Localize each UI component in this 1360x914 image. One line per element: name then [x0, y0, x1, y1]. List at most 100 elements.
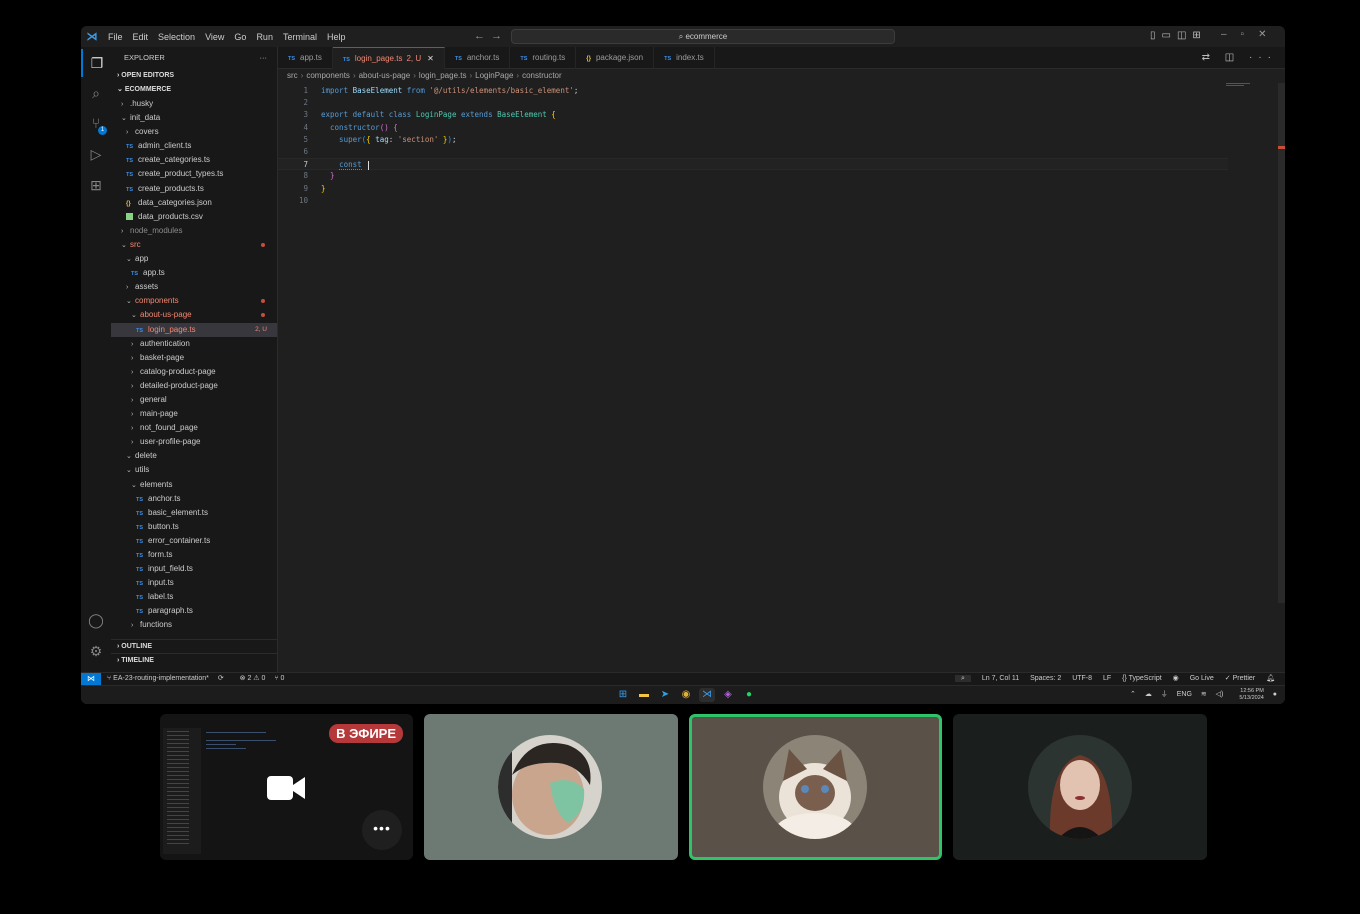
telegram-icon[interactable]: ➤: [657, 688, 673, 702]
tree-folder[interactable]: ⌄ utils: [111, 463, 277, 477]
menu-view[interactable]: View: [200, 32, 229, 42]
menu-edit[interactable]: Edit: [128, 32, 154, 42]
tree-file[interactable]: TS admin_client.ts: [111, 139, 277, 153]
ports-status[interactable]: ⑂ 0: [274, 675, 284, 682]
tree-file[interactable]: TS paragraph.ts: [111, 604, 277, 618]
menu-go[interactable]: Go: [229, 32, 251, 42]
menu-selection[interactable]: Selection: [153, 32, 200, 42]
editor-tab[interactable]: {} package.json: [576, 47, 655, 69]
more-options-button[interactable]: •••: [362, 810, 402, 850]
account-icon[interactable]: ◯: [81, 606, 111, 634]
breadcrumb-item[interactable]: about-us-page: [359, 71, 411, 80]
menu-help[interactable]: Help: [322, 32, 351, 42]
breadcrumb-item[interactable]: components: [306, 71, 350, 80]
timeline-section[interactable]: › TIMELINE: [111, 653, 277, 667]
tree-file[interactable]: TS input.ts: [111, 576, 277, 590]
screen-share-tile[interactable]: В ЭФИРЕ •••: [160, 714, 413, 860]
editor-actions-icon[interactable]: ⇄ ◫ ···: [1202, 52, 1277, 63]
windows-start-icon[interactable]: ⊞: [615, 688, 631, 702]
breadcrumb-item[interactable]: src: [287, 71, 298, 80]
nav-arrows[interactable]: ←→: [474, 30, 508, 42]
tree-file[interactable]: TS button.ts: [111, 520, 277, 534]
editor-tab[interactable]: TS login_page.ts 2, U ✕: [332, 47, 445, 69]
cloud-icon[interactable]: ☁: [1145, 691, 1152, 698]
indentation[interactable]: Spaces: 2: [1030, 675, 1061, 682]
tree-file[interactable]: TS input_field.ts: [111, 562, 277, 576]
tray-chevron-icon[interactable]: ⌃: [1130, 691, 1136, 698]
active-speaker-tile[interactable]: [689, 714, 942, 860]
tree-folder[interactable]: › main-page: [111, 407, 277, 421]
tree-file[interactable]: {} data_categories.json: [111, 196, 277, 210]
extensions-icon[interactable]: ⊞: [81, 171, 111, 199]
tree-folder[interactable]: ⌄ src: [111, 238, 277, 252]
sync-icon[interactable]: ⟳: [218, 675, 224, 682]
open-editors-section[interactable]: › OPEN EDITORS: [111, 69, 277, 83]
tree-file[interactable]: TS label.ts: [111, 590, 277, 604]
tree-folder[interactable]: › basket-page: [111, 351, 277, 365]
tree-file[interactable]: TS basic_element.ts: [111, 506, 277, 520]
tree-folder[interactable]: › catalog-product-page: [111, 365, 277, 379]
menu-run[interactable]: Run: [251, 32, 278, 42]
tree-folder[interactable]: ⌄ app: [111, 252, 277, 266]
tree-folder[interactable]: › assets: [111, 280, 277, 294]
tree-folder[interactable]: › functions: [111, 618, 277, 632]
tree-folder[interactable]: ⌄ elements: [111, 478, 277, 492]
zoom-icon[interactable]: ⌕: [955, 675, 971, 682]
prettier-status[interactable]: ✓ Prettier: [1225, 675, 1255, 682]
clock[interactable]: 12:56 PM 5/13/2024: [1232, 688, 1263, 701]
more-actions-icon[interactable]: ···: [260, 47, 268, 69]
notification-icon[interactable]: ●: [1273, 691, 1277, 698]
tree-file[interactable]: TS app.ts: [111, 266, 277, 280]
go-live[interactable]: ◉ Go Live: [1173, 675, 1214, 682]
breadcrumb-item[interactable]: LoginPage: [475, 71, 513, 80]
usb-icon[interactable]: ⏚: [1161, 691, 1168, 698]
tree-file[interactable]: TS anchor.ts: [111, 492, 277, 506]
layout-controls-icon[interactable]: ▯▭◫⊞: [1150, 30, 1207, 41]
tree-file[interactable]: TS error_container.ts: [111, 534, 277, 548]
tree-file[interactable]: TS create_product_types.ts: [111, 167, 277, 181]
menu-file[interactable]: File: [103, 32, 128, 42]
tree-folder[interactable]: › .husky: [111, 97, 277, 111]
window-controls[interactable]: –▫✕: [1221, 29, 1281, 40]
tree-folder[interactable]: › general: [111, 393, 277, 407]
explorer-icon[interactable]: ❐: [81, 49, 111, 77]
tree-folder[interactable]: › detailed-product-page: [111, 379, 277, 393]
branch-status[interactable]: ⑂ EA-23-routing-implementation* ⟳: [107, 675, 231, 682]
app-icon[interactable]: ◈: [720, 688, 736, 702]
problems-status[interactable]: ⊗ 2 ⚠ 0: [240, 675, 266, 682]
editor-tab[interactable]: TS app.ts: [278, 47, 333, 69]
tree-folder[interactable]: › node_modules: [111, 224, 277, 238]
tree-file[interactable]: TS login_page.ts 2, U: [111, 322, 277, 337]
chrome-icon[interactable]: ◉: [678, 688, 694, 702]
code-editor[interactable]: 1 import BaseElement from '@/utils/elemen…: [278, 83, 1278, 672]
end-of-line[interactable]: LF: [1103, 675, 1111, 682]
cursor-position[interactable]: Ln 7, Col 11: [982, 675, 1019, 682]
encoding[interactable]: UTF-8: [1072, 675, 1092, 682]
source-control-icon[interactable]: ⑂ 1: [81, 109, 111, 137]
tree-folder[interactable]: › authentication: [111, 337, 277, 351]
vscode-taskbar-icon[interactable]: ⋊: [699, 688, 715, 702]
tree-folder[interactable]: ⌄ init_data: [111, 111, 277, 125]
editor-tab[interactable]: TS index.ts: [654, 47, 715, 69]
search-icon[interactable]: ⌕: [81, 79, 111, 107]
notifications-bell-icon[interactable]: 🔔︎: [1266, 675, 1275, 682]
project-section[interactable]: ⌄ ECOMMERCE: [111, 83, 277, 97]
tree-folder[interactable]: ⌄ components: [111, 294, 277, 308]
language-indicator[interactable]: ENG: [1177, 691, 1192, 698]
tree-folder[interactable]: › user-profile-page: [111, 435, 277, 449]
breadcrumb-item[interactable]: constructor: [522, 71, 562, 80]
editor-scrollbar[interactable]: [1278, 83, 1285, 603]
menu-terminal[interactable]: Terminal: [278, 32, 322, 42]
command-center-search[interactable]: ⌕ ecommerce: [511, 29, 895, 44]
editor-tab[interactable]: TS anchor.ts: [445, 47, 511, 69]
participant-tile[interactable]: [424, 714, 678, 860]
tree-folder[interactable]: ⌄ about-us-page: [111, 308, 277, 322]
tree-file[interactable]: TS form.ts: [111, 548, 277, 562]
wifi-icon[interactable]: ≋: [1201, 691, 1207, 698]
tree-folder[interactable]: › covers: [111, 125, 277, 139]
outline-section[interactable]: › OUTLINE: [111, 639, 277, 653]
file-explorer-icon[interactable]: ▬: [636, 688, 652, 702]
tree-file[interactable]: TS create_products.ts: [111, 182, 277, 196]
tree-folder[interactable]: › not_found_page: [111, 421, 277, 435]
volume-icon[interactable]: ◁): [1216, 691, 1224, 698]
